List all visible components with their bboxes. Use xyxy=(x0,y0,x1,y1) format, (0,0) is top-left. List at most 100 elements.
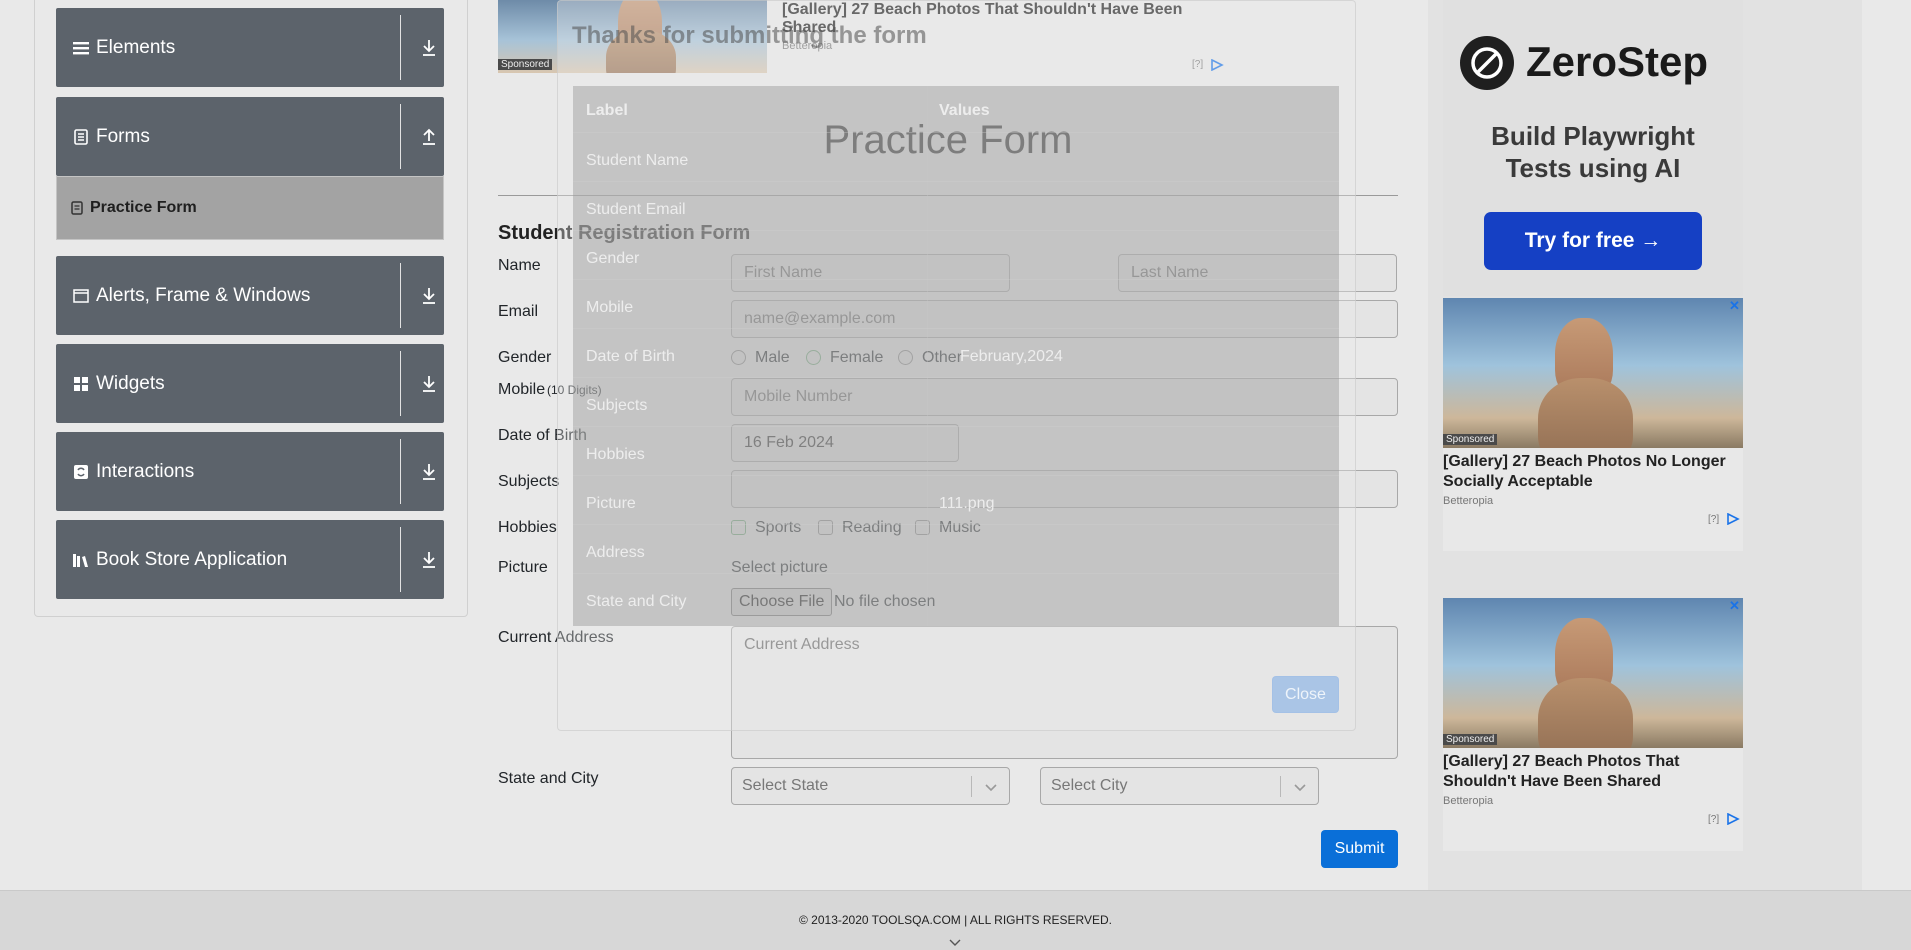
ad-title[interactable]: [Gallery] 27 Beach Photos That xyxy=(1443,752,1680,772)
ad-info[interactable]: [?] xyxy=(1708,814,1719,825)
form-icon xyxy=(71,201,83,215)
zerostep-tagline-line2: Tests using AI xyxy=(1505,153,1681,183)
ad-info[interactable]: [?] xyxy=(1708,514,1719,525)
table-divider xyxy=(573,573,1339,574)
close-button[interactable]: Close xyxy=(1272,676,1339,713)
ad-image[interactable] xyxy=(1443,298,1743,448)
table-divider xyxy=(573,475,1339,476)
widgets-icon xyxy=(72,375,90,393)
download-icon[interactable] xyxy=(420,550,438,570)
divider xyxy=(1280,776,1281,797)
state-select[interactable]: Select State xyxy=(731,767,1010,805)
ad-title[interactable]: [Gallery] 27 Beach Photos No Longer xyxy=(1443,452,1726,472)
hamburger-icon xyxy=(72,39,90,57)
mobile-label: Mobile xyxy=(498,381,546,398)
adchoices-icon[interactable] xyxy=(1726,512,1740,530)
ad-image[interactable] xyxy=(1443,598,1743,748)
zerostep-cta-button[interactable]: Try for free → xyxy=(1484,212,1702,270)
table-row-label: Address xyxy=(586,544,645,561)
zerostep-tagline-line1: Build Playwright xyxy=(1491,121,1695,151)
table-row-label: Gender xyxy=(586,250,640,267)
table-divider xyxy=(573,377,1339,378)
sponsored-badge: Sponsored xyxy=(498,59,553,70)
chevron-down-icon[interactable] xyxy=(948,935,962,950)
table-row-label: Student Name xyxy=(586,152,689,169)
side-ad-1[interactable] xyxy=(1443,298,1743,551)
table-row-label: Picture xyxy=(586,495,636,512)
hobbies-label: Hobbies xyxy=(498,519,557,536)
city-placeholder: Select City xyxy=(1051,777,1128,794)
books-icon xyxy=(72,551,90,569)
table-divider xyxy=(573,524,1339,525)
table-divider xyxy=(573,426,1339,427)
sidebar-group-alerts[interactable]: Alerts, Frame & Windows xyxy=(56,256,444,335)
table-header-label: Label xyxy=(586,102,628,119)
sidebar-group-label: Alerts, Frame & Windows xyxy=(96,284,311,306)
ad-title-cont[interactable]: Socially Acceptable xyxy=(1443,472,1593,492)
sidebar-group-label: Forms xyxy=(96,125,150,147)
name-label: Name xyxy=(498,257,541,274)
sidebar-group-label: Widgets xyxy=(96,372,165,394)
sidebar-group-forms[interactable]: Forms xyxy=(56,97,444,176)
sidebar-item-practice-form[interactable]: Practice Form xyxy=(56,176,444,240)
picture-label: Picture xyxy=(498,559,548,576)
table-row-label: Date of Birth xyxy=(586,348,675,365)
submit-button[interactable]: Submit xyxy=(1321,830,1398,868)
sidebar-group-label: Interactions xyxy=(96,460,195,482)
divider xyxy=(400,104,401,169)
document-icon xyxy=(72,128,90,146)
window-icon xyxy=(72,287,90,305)
download-icon[interactable] xyxy=(420,462,438,482)
divider xyxy=(400,439,401,504)
divider xyxy=(400,527,401,592)
subjects-label: Subjects xyxy=(498,473,560,490)
chevron-down-icon xyxy=(984,780,998,794)
sidebar-item-label: Practice Form xyxy=(90,199,197,216)
ad-source: Betteropia xyxy=(1443,495,1494,507)
sidebar-group-elements[interactable]: Elements xyxy=(56,8,444,87)
adchoices-icon[interactable] xyxy=(1726,812,1740,830)
table-row-label: State and City xyxy=(586,593,687,610)
table-row-label: Subjects xyxy=(586,397,648,414)
state-placeholder: Select State xyxy=(742,777,829,794)
email-label: Email xyxy=(498,303,539,320)
zerostep-logo-icon xyxy=(1460,36,1514,90)
zerostep-tagline: Build Playwright Tests using AI xyxy=(1443,120,1743,184)
divider xyxy=(971,776,972,797)
table-row-value: February,2024 xyxy=(960,348,1063,365)
footer: © 2013-2020 TOOLSQA.COM | ALL RIGHTS RES… xyxy=(0,890,1911,950)
city-select[interactable]: Select City xyxy=(1040,767,1319,805)
close-icon[interactable]: ✕ xyxy=(1729,598,1740,614)
table-divider xyxy=(927,86,928,626)
divider xyxy=(400,351,401,416)
sidebar-group-book-store[interactable]: Book Store Application xyxy=(56,520,444,599)
zerostep-brand: ZeroStep xyxy=(1526,38,1709,85)
upload-icon[interactable] xyxy=(420,127,438,147)
sidebar-group-interactions[interactable]: Interactions xyxy=(56,432,444,511)
table-row-value: 111.png xyxy=(939,495,995,512)
interactions-icon xyxy=(72,463,90,481)
close-icon[interactable]: ✕ xyxy=(1729,298,1740,314)
download-icon[interactable] xyxy=(420,286,438,306)
table-row-label: Hobbies xyxy=(586,446,645,463)
footer-text: © 2013-2020 TOOLSQA.COM | ALL RIGHTS RES… xyxy=(799,913,1112,927)
table-row-label: Mobile xyxy=(586,299,634,316)
divider xyxy=(400,263,401,328)
download-icon[interactable] xyxy=(420,374,438,394)
modal-title: Thanks for submitting the form xyxy=(572,22,927,49)
table-divider xyxy=(573,328,1339,329)
table-divider xyxy=(573,181,1339,182)
sidebar-group-label: Book Store Application xyxy=(96,548,288,570)
divider xyxy=(400,15,401,80)
ad-title-cont[interactable]: Shouldn't Have Been Shared xyxy=(1443,772,1661,792)
gender-label: Gender xyxy=(498,349,552,366)
sidebar-group-label: Elements xyxy=(96,36,176,58)
sidebar-group-widgets[interactable]: Widgets xyxy=(56,344,444,423)
chevron-down-icon xyxy=(1293,780,1307,794)
download-icon[interactable] xyxy=(420,38,438,58)
ad-source: Betteropia xyxy=(1443,795,1494,807)
sponsored-badge: Sponsored xyxy=(1443,734,1498,745)
state-city-label: State and City xyxy=(498,770,599,787)
table-divider xyxy=(573,279,1339,280)
side-ad-2[interactable] xyxy=(1443,598,1743,851)
